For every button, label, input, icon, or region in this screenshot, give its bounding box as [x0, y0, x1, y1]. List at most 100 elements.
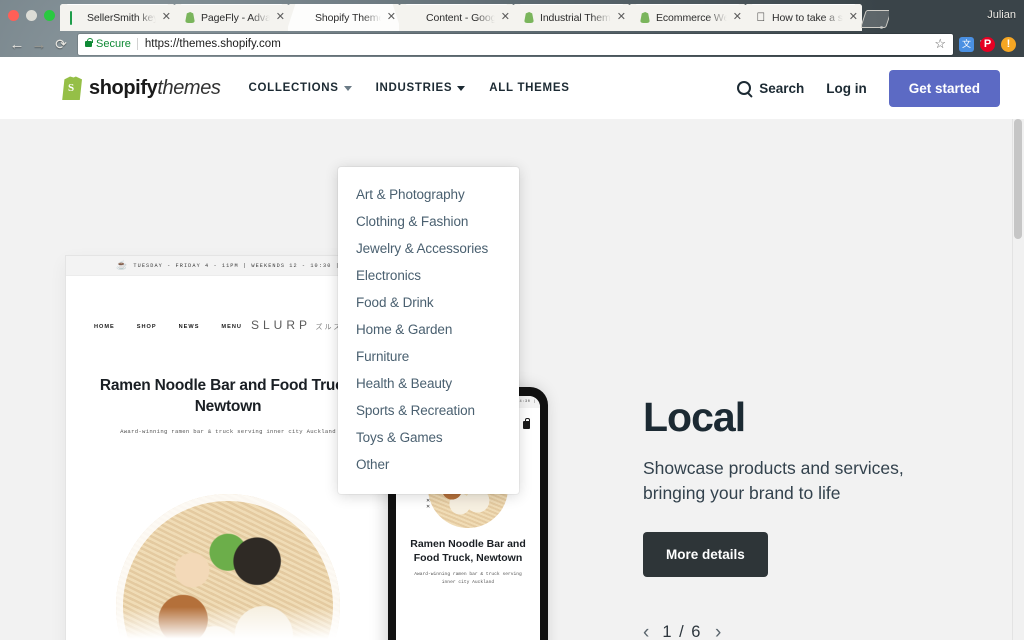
- browser-tabs[interactable]: SellerSmith keywo ✕ PageFly - Advance ✕ …: [60, 4, 889, 31]
- logo-text: shopifythemes: [89, 77, 221, 100]
- mobile-status-text: 4:30 |: [519, 400, 536, 404]
- page-scrollbar[interactable]: [1012, 57, 1024, 640]
- search-icon: [737, 81, 752, 95]
- ramen-bowl-icon: ☕: [116, 260, 128, 270]
- browser-tab[interactable]: SellerSmith keywo ✕: [60, 4, 175, 31]
- translate-extension-icon[interactable]: 文: [959, 36, 974, 52]
- browser-tab-title: How to take a scre: [772, 11, 843, 24]
- dropdown-item-jewelry-accessories[interactable]: Jewelry & Accessories: [338, 235, 519, 262]
- site-header: S shopifythemes COLLECTIONS INDUSTRIES A…: [0, 57, 1024, 119]
- browser-tab-title: PageFly - Advance: [201, 11, 270, 24]
- shopping-bag-icon: [523, 418, 531, 429]
- browser-tab[interactable]: Ecommerce Websi ✕: [629, 4, 746, 31]
- nav-item-all-themes[interactable]: ALL THEMES: [489, 82, 569, 94]
- dropdown-item-food-drink[interactable]: Food & Drink: [338, 289, 519, 316]
- dropdown-item-electronics[interactable]: Electronics: [338, 262, 519, 289]
- login-link[interactable]: Log in: [826, 81, 867, 96]
- nav-item-label: COLLECTIONS: [248, 82, 339, 94]
- browser-tab-title: Content - Google: [426, 11, 495, 24]
- mobile-decoration-marks: ✕ ✕: [426, 498, 431, 510]
- minimize-window-button[interactable]: [26, 10, 37, 21]
- dropdown-item-furniture[interactable]: Furniture: [338, 343, 519, 370]
- browser-tab-title: Shopify Themes -: [315, 11, 381, 24]
- close-tab-icon[interactable]: ✕: [501, 12, 510, 23]
- dropdown-item-sports-recreation[interactable]: Sports & Recreation: [338, 397, 519, 424]
- shopify-themes-logo[interactable]: S shopifythemes: [60, 76, 221, 100]
- divider: [136, 38, 138, 50]
- nav-item-collections[interactable]: COLLECTIONS: [249, 82, 352, 94]
- search-label: Search: [759, 80, 805, 96]
- dropdown-item-clothing-fashion[interactable]: Clothing & Fashion: [338, 208, 519, 235]
- dropdown-item-toys-games[interactable]: Toys & Games: [338, 424, 519, 451]
- preview-fade-overlay: [66, 607, 390, 640]
- nav-item-label: INDUSTRIES: [375, 82, 453, 94]
- browser-toolbar: ← → ⟳ Secure https://themes.shopify.com …: [0, 31, 1024, 57]
- close-tab-icon[interactable]: ✕: [849, 12, 858, 23]
- bookmark-star-icon[interactable]: ☆: [934, 36, 946, 52]
- browser-tab[interactable]: PageFly - Advance ✕: [174, 4, 289, 31]
- shopify-bag-icon: S: [60, 76, 82, 100]
- new-tab-button[interactable]: [861, 4, 889, 31]
- industries-dropdown-menu[interactable]: Art & Photography Clothing & Fashion Jew…: [338, 167, 519, 494]
- dropdown-item-health-beauty[interactable]: Health & Beauty: [338, 370, 519, 397]
- close-window-button[interactable]: [8, 10, 19, 21]
- forward-icon[interactable]: →: [28, 36, 50, 53]
- nav-item-industries[interactable]: INDUSTRIES: [376, 82, 466, 94]
- spreadsheet-icon: [70, 10, 82, 25]
- logo-brand: shopify: [89, 76, 158, 99]
- logo-mark-letter: S: [68, 82, 75, 94]
- browser-tab-title: Ecommerce Websi: [656, 11, 727, 24]
- close-tab-icon[interactable]: ✕: [276, 12, 285, 23]
- browser-tab-title: Industrial Theme -: [540, 11, 611, 24]
- nav-item-label: ALL THEMES: [489, 82, 570, 94]
- dropdown-item-art-photography[interactable]: Art & Photography: [338, 181, 519, 208]
- preview-brand-name: SLURP: [251, 318, 312, 332]
- chevron-down-icon: [457, 85, 466, 91]
- url-text[interactable]: https://themes.shopify.com: [145, 38, 281, 50]
- theme-info-panel: Local Showcase products and services, br…: [643, 397, 973, 640]
- dropdown-item-home-garden[interactable]: Home & Garden: [338, 316, 519, 343]
- apple-icon: : [755, 11, 767, 24]
- mobile-headline-block: Ramen Noodle Bar and Food Truck, Newtown…: [396, 538, 540, 587]
- security-label: Secure: [96, 38, 131, 50]
- back-icon[interactable]: ←: [6, 36, 28, 53]
- window-traffic-lights[interactable]: [8, 10, 55, 21]
- close-tab-icon[interactable]: ✕: [162, 12, 171, 23]
- shopify-icon: [184, 12, 196, 24]
- logo-suffix: themes: [157, 76, 221, 99]
- close-tab-icon[interactable]: ✕: [733, 12, 742, 23]
- browser-tab[interactable]: Content - Google ✕: [399, 4, 514, 31]
- announcement-text: TUESDAY - FRIDAY 4 - 11PM | WEEKENDS 12 …: [133, 262, 340, 269]
- close-tab-icon[interactable]: ✕: [387, 12, 396, 23]
- preview-nav-home: HOME: [94, 324, 115, 330]
- more-details-button[interactable]: More details: [643, 531, 768, 577]
- browser-tab[interactable]:  How to take a scre ✕: [745, 4, 862, 31]
- browser-window: SellerSmith keywo ✕ PageFly - Advance ✕ …: [0, 0, 1024, 640]
- preview-nav-menu: MENU: [221, 324, 242, 330]
- address-bar[interactable]: Secure https://themes.shopify.com ☆: [78, 33, 953, 55]
- carousel-next-icon[interactable]: ›: [715, 623, 721, 640]
- pinterest-extension-icon[interactable]: P: [980, 36, 995, 52]
- profile-name[interactable]: Julian: [987, 9, 1016, 21]
- mobile-headline: Ramen Noodle Bar and Food Truck, Newtown: [410, 538, 526, 564]
- browser-tab[interactable]: Industrial Theme - ✕: [513, 4, 630, 31]
- preview-subtext: Award-winning ramen bar & truck serving …: [120, 427, 336, 435]
- zoom-window-button[interactable]: [44, 10, 55, 21]
- browser-tab-title: SellerSmith keywo: [87, 11, 156, 24]
- reload-icon[interactable]: ⟳: [50, 36, 72, 53]
- lock-icon: [85, 37, 93, 47]
- dropdown-item-other[interactable]: Other: [338, 451, 519, 478]
- main-navigation: COLLECTIONS INDUSTRIES ALL THEMES: [249, 82, 570, 94]
- extension-icons[interactable]: 文 P !: [959, 36, 1016, 52]
- search-button[interactable]: Search: [737, 81, 804, 96]
- close-tab-icon[interactable]: ✕: [617, 12, 626, 23]
- scrollbar-thumb[interactable]: [1014, 119, 1022, 239]
- chevron-down-icon: [343, 85, 352, 91]
- alert-extension-icon[interactable]: !: [1001, 36, 1016, 52]
- browser-tab-active[interactable]: Shopify Themes - ✕: [288, 4, 400, 31]
- get-started-button[interactable]: Get started: [888, 69, 1000, 107]
- shopify-icon: [523, 12, 535, 24]
- header-actions: Search Log in Get started: [737, 69, 1000, 107]
- theme-name: Local: [643, 394, 746, 440]
- carousel-prev-icon[interactable]: ‹: [643, 623, 649, 640]
